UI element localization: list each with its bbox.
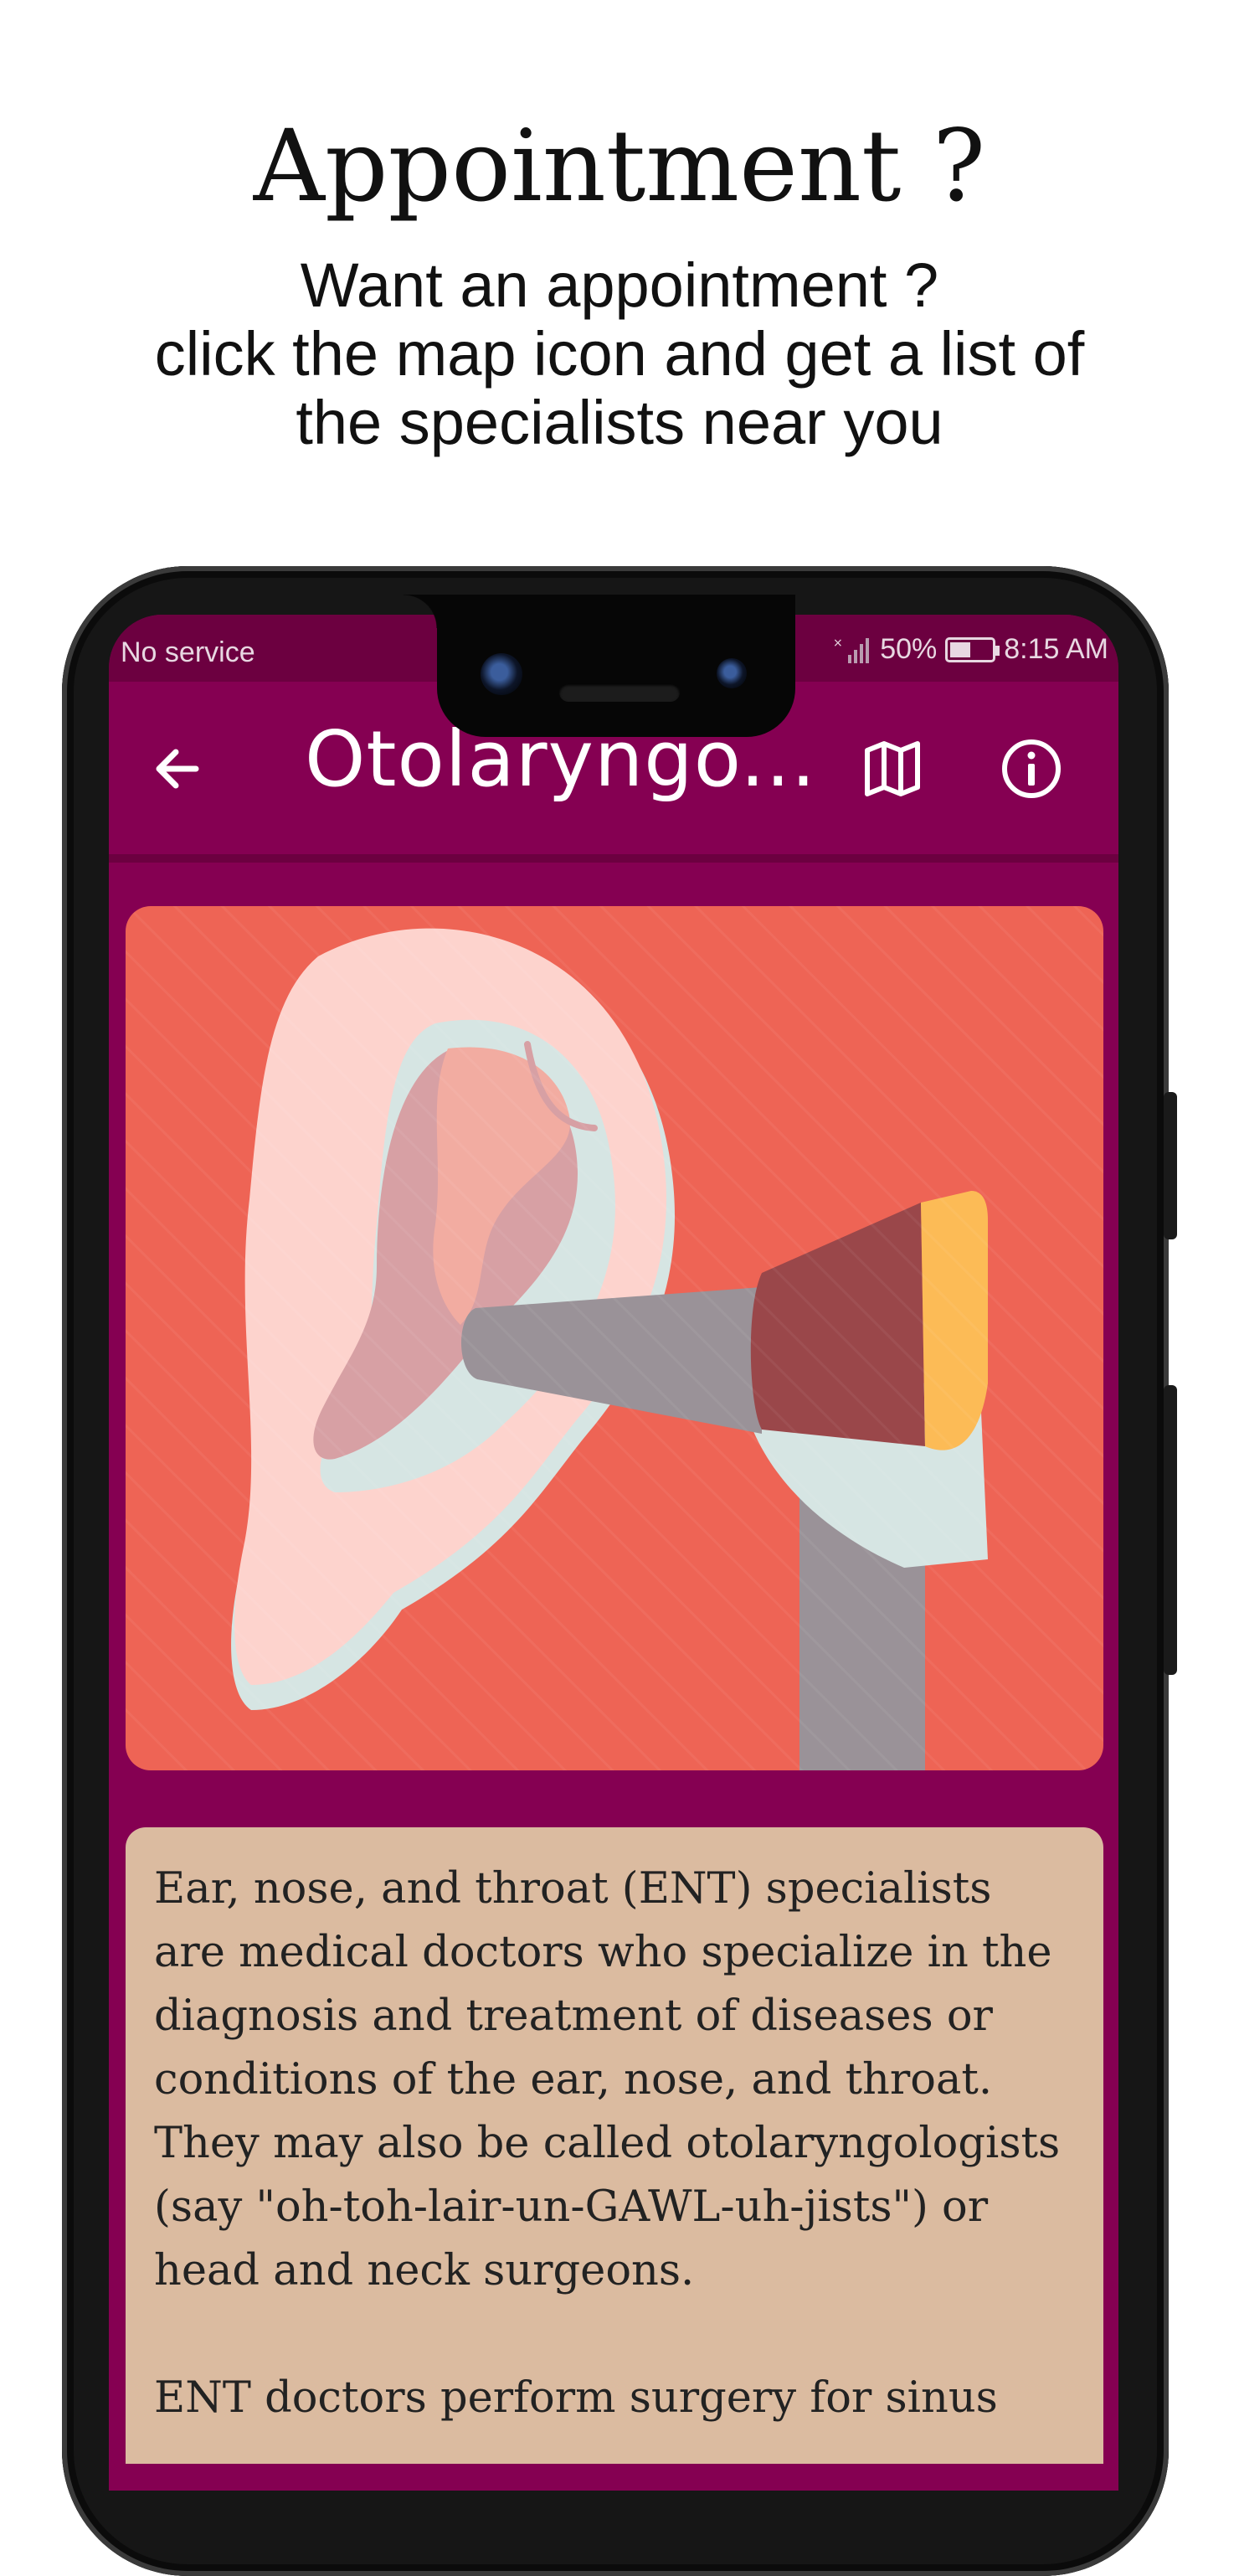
battery-fill [950, 641, 971, 657]
camera-notch [404, 595, 795, 737]
svg-text:×: × [833, 636, 843, 650]
arrow-left-icon[interactable] [144, 735, 211, 802]
phone-screen: No service × 50% 8:15 AM Otolaryngo... E… [109, 615, 1118, 2491]
info-icon[interactable] [998, 735, 1065, 802]
power-button [1164, 1385, 1177, 1675]
status-time: 8:15 AM [1004, 633, 1108, 665]
ear-otoscope-illustration [126, 906, 1103, 1770]
promo-title: Appointment ? [253, 108, 986, 224]
front-camera-lens [481, 653, 522, 695]
battery-icon [945, 636, 1000, 662]
promo-subtitle-line: click the map icon and get a list of [154, 319, 1085, 389]
promo-subtitle-line: the specialists near you [296, 388, 943, 457]
volume-button [1164, 1092, 1177, 1239]
carrier-label: No service [121, 636, 255, 668]
description-paragraph: ENT doctors perform surgery for sinus [154, 2373, 998, 2423]
status-right: × 50% 8:15 AM [833, 633, 1108, 666]
illustration-card [126, 906, 1103, 1770]
promo-subtitle-line: Want an appointment ? [300, 250, 939, 320]
signal-icon: × [833, 636, 870, 663]
description-paragraph: Ear, nose, and throat (ENT) specialists … [154, 1864, 1061, 2295]
front-sensor-lens [717, 658, 747, 688]
earpiece-speaker [559, 683, 680, 702]
promo-subtitle: Want an appointment ? click the map icon… [67, 251, 1172, 457]
map-icon[interactable] [859, 735, 926, 802]
battery-percent: 50% [880, 633, 938, 665]
description-card: Ear, nose, and throat (ENT) specialists … [126, 1827, 1103, 2464]
